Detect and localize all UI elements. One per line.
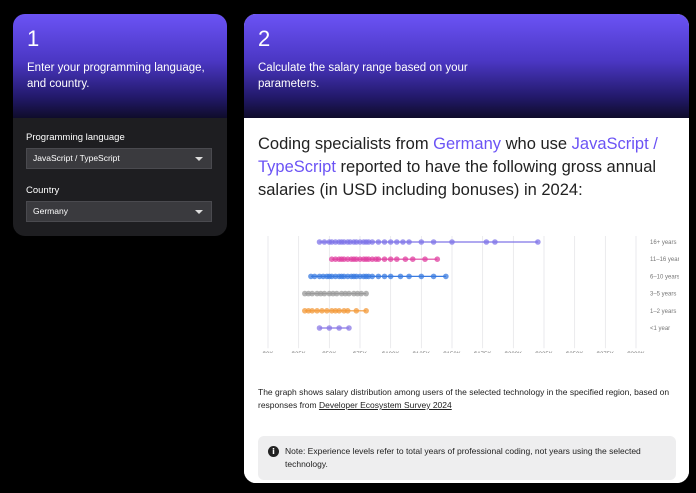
row-label: 3–5 years — [650, 292, 676, 298]
data-point — [309, 308, 315, 314]
step-1-header: 1 Enter your programming language, and c… — [13, 14, 227, 118]
data-point — [314, 308, 320, 314]
data-point — [381, 273, 388, 280]
data-point — [406, 239, 412, 245]
data-point — [483, 239, 490, 245]
data-point — [400, 239, 406, 245]
x-tick-label: $25K — [292, 352, 306, 353]
data-point — [418, 273, 425, 280]
data-point — [418, 239, 425, 245]
data-point — [406, 273, 412, 280]
data-point — [363, 308, 369, 314]
data-point — [381, 256, 388, 262]
x-tick-label: $0K — [263, 352, 274, 353]
data-point — [375, 273, 382, 280]
chart-description: The graph shows salary distribution amon… — [258, 386, 683, 412]
data-point — [316, 325, 323, 331]
data-point — [375, 256, 382, 262]
data-point — [326, 325, 333, 331]
data-point — [387, 273, 394, 280]
language-label: Programming language — [26, 132, 125, 143]
data-point — [443, 273, 449, 280]
data-point — [369, 239, 376, 245]
x-tick-label: $225K — [535, 352, 552, 353]
data-point — [336, 325, 342, 331]
data-point — [397, 273, 404, 280]
country-select-value: Germany — [33, 206, 68, 216]
x-tick-label: $50K — [322, 352, 336, 353]
info-icon: i — [268, 446, 279, 457]
chevron-down-icon — [195, 210, 203, 214]
survey-link[interactable]: Developer Ecosystem Survey 2024 — [319, 400, 452, 410]
data-point — [309, 290, 315, 297]
row-label: 11–16 years — [650, 257, 679, 263]
data-point — [363, 290, 369, 297]
step-2-header: 2 Calculate the salary range based on yo… — [244, 14, 689, 118]
x-tick-label: $200K — [505, 352, 522, 353]
chevron-down-icon — [195, 157, 203, 161]
step-1-number: 1 — [27, 26, 40, 51]
data-point — [409, 256, 416, 262]
data-point — [430, 273, 437, 280]
data-point — [316, 239, 323, 245]
data-point — [402, 256, 409, 262]
data-point — [321, 290, 328, 297]
data-point — [336, 308, 342, 314]
data-point — [333, 290, 340, 297]
data-point — [353, 308, 360, 314]
data-point — [375, 239, 382, 245]
data-point — [535, 239, 541, 245]
experience-note: i Note: Experience levels refer to total… — [258, 436, 676, 480]
row-label: 6–10 years — [650, 274, 679, 280]
data-point — [492, 239, 498, 245]
data-point — [324, 308, 330, 314]
salary-distribution-chart: $0K $25K $50K $75K $100K $125K $150K $175K $200K… — [263, 236, 679, 353]
data-point — [369, 273, 376, 280]
data-point — [394, 256, 400, 262]
x-tick-label: $175K — [474, 352, 491, 353]
country-label: Country — [26, 185, 60, 196]
language-select-value: JavaScript / TypeScript — [33, 153, 120, 163]
x-tick-label: $75K — [353, 352, 367, 353]
data-point — [387, 256, 394, 262]
language-select[interactable]: JavaScript / TypeScript — [26, 148, 212, 169]
results-headline: Coding specialists from Germany who use … — [258, 133, 678, 202]
country-select[interactable]: Germany — [26, 201, 212, 222]
data-point — [422, 256, 428, 262]
note-text: Note: Experience levels refer to total y… — [285, 446, 641, 469]
step-2-instructions: Calculate the salary range based on your… — [258, 62, 468, 90]
data-point — [311, 273, 318, 280]
data-point — [449, 239, 455, 245]
data-point — [394, 239, 400, 245]
data-point — [430, 239, 437, 245]
headline-country: Germany — [433, 135, 502, 153]
step-1-card: 1 Enter your programming language, and c… — [13, 14, 227, 236]
x-tick-label: $275K — [597, 352, 614, 353]
results-panel: Coding specialists from Germany who use … — [244, 118, 689, 483]
data-point — [434, 256, 441, 262]
data-point — [387, 239, 394, 245]
row-label: 1–2 years — [650, 309, 676, 315]
row-label: <1 year — [650, 326, 670, 332]
data-point — [346, 325, 352, 331]
x-tick-label: $300K — [627, 352, 644, 353]
row-label: 16+ years — [650, 240, 677, 246]
data-point — [381, 239, 388, 245]
data-point — [319, 308, 325, 314]
step-1-instructions: Enter your programming language, and cou… — [27, 62, 205, 90]
data-point — [344, 308, 351, 314]
headline-part-1: Coding specialists from — [258, 135, 434, 153]
step-2-card: 2 Calculate the salary range based on yo… — [244, 14, 689, 483]
x-tick-label: $100K — [382, 352, 399, 353]
x-tick-label: $250K — [566, 352, 583, 353]
x-tick-label: $150K — [443, 352, 460, 353]
data-point — [346, 290, 352, 297]
headline-part-2: who use — [501, 135, 572, 153]
data-point — [358, 290, 365, 297]
x-tick-label: $125K — [413, 352, 430, 353]
step-2-number: 2 — [258, 26, 271, 51]
data-point — [321, 239, 328, 245]
